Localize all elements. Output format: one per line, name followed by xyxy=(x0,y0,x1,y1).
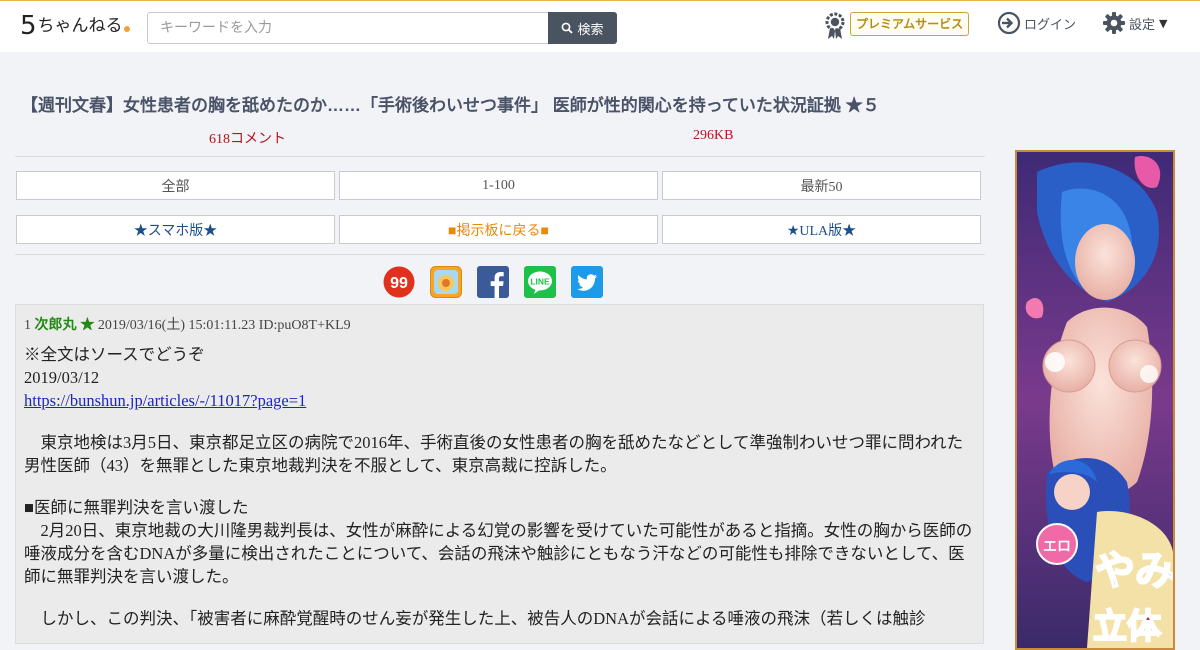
login-icon xyxy=(997,11,1021,35)
settings-menu[interactable]: 設定 ▼ xyxy=(1102,11,1167,35)
divider xyxy=(15,254,985,255)
search-input[interactable] xyxy=(147,12,549,44)
svg-text:99: 99 xyxy=(390,275,408,292)
search-icon xyxy=(562,22,574,34)
post-heading: ■医師に無罪判決を言い渡した xyxy=(24,498,249,517)
post-paragraph: しかし、この判決、「被害者に麻酔覚醒時のせん妄が発生した上、被告人のDNAが会話… xyxy=(24,609,926,628)
login-label: ログイン xyxy=(1024,17,1077,33)
medal-icon xyxy=(825,12,845,39)
post-body: ※全文はソースでどうぞ 2019/03/12 https://bunshun.j… xyxy=(24,343,979,630)
search-button-label: 検索 xyxy=(577,22,604,38)
post-author: 次郎丸 ★ xyxy=(34,316,95,332)
facebook-icon[interactable] xyxy=(477,266,509,298)
post-id[interactable]: ID:puO8T+KL9 xyxy=(259,318,351,333)
svg-text:エロ: エロ xyxy=(1043,539,1071,555)
post-number[interactable]: 1 xyxy=(24,318,31,333)
gear-icon xyxy=(1103,12,1125,34)
search-button[interactable]: 検索 xyxy=(548,12,617,44)
logo-number: 5 xyxy=(20,11,37,41)
ad-text: やみ xyxy=(1095,548,1173,594)
divider xyxy=(15,156,985,157)
thread-title: 【週刊文春】女性患者の胸を舐めたのか……「手術後わいせつ事件」 医師が性的関心を… xyxy=(21,96,880,115)
nav-latest50-button[interactable]: 最新50 xyxy=(662,171,981,200)
post-datetime: 2019/03/16(土) 15:01:11.23 xyxy=(97,318,256,333)
back-to-board-button[interactable]: ■掲示板に戻る■ xyxy=(339,215,658,244)
post-1: 1 次郎丸 ★ 2019/03/16(土) 15:01:11.23 ID:puO… xyxy=(15,304,984,644)
post-line: 2019/03/12 xyxy=(24,368,100,387)
smartphone-version-button[interactable]: ★スマホ版★ xyxy=(16,215,335,244)
post-paragraph: 2月20日、東京地裁の大川隆男裁判長は、女性が麻酔による幻覚の影響を受けていた可… xyxy=(24,521,973,586)
post-header: 1 次郎丸 ★ 2019/03/16(土) 15:01:11.23 ID:puO… xyxy=(24,314,351,334)
line-icon[interactable]: LINE xyxy=(524,266,556,298)
ula-version-button[interactable]: ★ULA版★ xyxy=(662,215,981,244)
svg-text:LINE: LINE xyxy=(530,277,550,287)
ad-artwork: やみ 立体 エロ xyxy=(1017,152,1173,648)
top-bar: 5ちゃんねる 検索 プレミアムサービス ログイン xyxy=(0,0,1200,52)
ad-banner[interactable]: やみ 立体 エロ xyxy=(1015,150,1175,650)
source-link[interactable]: https://bunshun.jp/articles/-/11017?page… xyxy=(24,391,306,410)
thread-size: 296KB xyxy=(693,128,734,143)
99-icon[interactable]: 99 xyxy=(383,266,415,298)
post-paragraph: 東京地検は3月5日、東京都足立区の病院で2016年、手術直後の女性患者の胸を舐め… xyxy=(24,433,964,475)
premium-service-button[interactable]: プレミアムサービス xyxy=(850,12,970,36)
chevron-down-icon: ▼ xyxy=(1159,16,1168,30)
post-line: ※全文はソースでどうぞ xyxy=(24,345,205,364)
app-icon[interactable] xyxy=(430,266,462,298)
svg-text:立体: 立体 xyxy=(1093,607,1161,647)
settings-label: 設定 xyxy=(1129,17,1156,33)
login-link[interactable]: ログイン xyxy=(997,11,1076,35)
twitter-icon[interactable] xyxy=(571,266,603,298)
logo-text: ちゃんねる xyxy=(37,16,123,36)
site-logo[interactable]: 5ちゃんねる xyxy=(20,11,130,41)
nav-1-100-button[interactable]: 1-100 xyxy=(339,171,658,200)
comment-count: 618コメント xyxy=(209,132,286,147)
logo-dot-icon xyxy=(123,26,130,32)
nav-all-button[interactable]: 全部 xyxy=(16,171,335,200)
